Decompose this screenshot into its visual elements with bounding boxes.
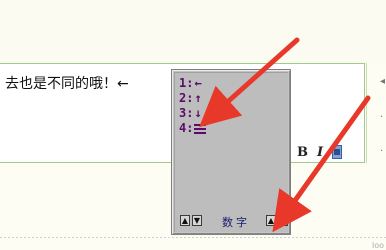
candidate-item[interactable]: 1:← [179,76,202,91]
page-down-button[interactable]: ▼ [278,215,288,226]
candidate-symbol: ↑ [194,91,202,105]
candidate-number: 1: [179,76,194,90]
candidate-item[interactable]: 3:↓ [179,106,202,121]
candidate-number: 3: [179,106,194,120]
ime-footer: ▲ ▼ 数字 ▲ ▼ [178,215,290,229]
side-marker: ◂ [380,76,386,87]
italic-button[interactable]: I [317,145,323,160]
candidate-list: 1:← 2:↑ 3:↓ 4: ▲ ▼ 数字 ▲ ▼ [174,72,288,232]
editor-content[interactable]: 去也是不同的哦！← [5,73,129,93]
divider [366,63,367,163]
triple-bar-icon [194,124,207,134]
ime-candidate-window: 1:← 2:↑ 3:↓ 4: ▲ ▼ 数字 ▲ ▼ [171,69,291,235]
candidate-item[interactable]: 2:↑ [179,91,202,106]
page-down-button[interactable]: ▼ [192,215,202,226]
film-icon[interactable] [332,145,343,159]
format-toolbar: B I [297,144,361,160]
page-top-area [0,0,386,63]
dotted-divider [0,237,386,238]
side-marker: · [380,112,384,123]
candidate-number: 4: [179,121,194,135]
input-mode-label[interactable]: 数字 [222,214,250,230]
candidate-item[interactable]: 4: [179,121,207,136]
candidate-number: 2: [179,91,194,105]
bold-button[interactable]: B [297,145,308,160]
page-up-button[interactable]: ▲ [266,215,276,226]
side-marker: · [380,146,384,157]
candidate-symbol: ← [194,76,202,90]
corner-text: loo [371,241,384,250]
candidate-symbol: ↓ [194,106,202,120]
page-up-button[interactable]: ▲ [180,215,190,226]
